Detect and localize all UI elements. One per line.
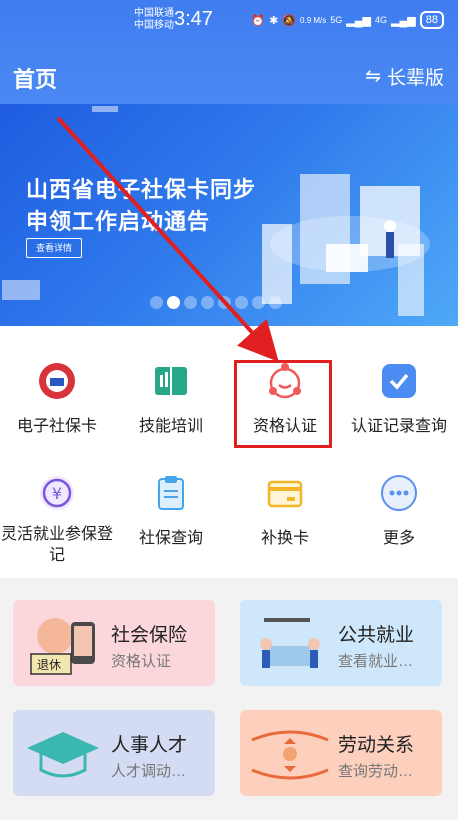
svg-text:¥: ¥ — [52, 484, 62, 503]
status-icons: ⏰ ✱ 🔕 0.9 M/s 5G ▂▄▆ 4G ▂▄▆ 88 — [251, 11, 444, 29]
verified-badge-icon — [378, 360, 420, 402]
card-labor-relations[interactable]: 劳动关系 查询劳动… — [240, 710, 442, 796]
grid-item-label: 社保查询 — [138, 530, 203, 547]
grid-item-label: 技能培训 — [138, 418, 203, 435]
clipboard-icon — [150, 472, 192, 514]
social-card-emblem-icon — [36, 360, 78, 402]
book-icon — [150, 360, 192, 402]
grid-item-skill-training[interactable]: 技能培训 — [114, 360, 228, 437]
network-speed: 0.9 M/s — [300, 15, 327, 25]
card-subtitle: 人才调动… — [111, 763, 187, 780]
card-subtitle: 资格认证 — [111, 653, 172, 670]
retired-elder-illustration-icon — [30, 618, 95, 675]
view-details-button[interactable]: 查看详情 — [26, 238, 82, 258]
card-title: 劳动关系 — [338, 735, 415, 756]
card-title: 人事人才 — [111, 735, 188, 756]
signal-icon-2: ▂▄▆ — [391, 14, 416, 27]
carousel-dot[interactable] — [184, 296, 197, 309]
carousel-dot[interactable] — [235, 296, 248, 309]
carousel-dot[interactable] — [150, 296, 163, 309]
grid-item-more[interactable]: 更多 — [342, 472, 456, 549]
carousel-dot-active[interactable] — [167, 296, 180, 309]
more-icon — [378, 472, 420, 514]
office-workers-illustration-icon — [260, 618, 320, 668]
graduation-cap-icon — [27, 732, 99, 778]
card-icon — [264, 472, 306, 514]
carrier-1: 中国联通 — [134, 8, 174, 19]
card-public-employment[interactable]: 公共就业 查看就业… — [240, 600, 442, 686]
category-cards: 退休 社会保险 资格认证 公共就业 查看就业… 人事人才 人才调动… 劳动关系 … — [0, 586, 458, 820]
card-subtitle: 查看就业… — [338, 653, 414, 670]
grid-item-cert-record[interactable]: 认证记录查询 — [342, 360, 456, 437]
mute-icon: 🔕 — [282, 14, 297, 27]
grid-item-card-replacement[interactable]: 补换卡 — [228, 472, 342, 549]
card-title: 公共就业 — [338, 625, 415, 646]
grid-item-label: 灵活就业参保登记 — [0, 526, 113, 564]
page-title: 首页 — [13, 67, 58, 92]
signal-4g: 4G — [375, 15, 388, 25]
yuan-coin-icon: ¥ — [36, 472, 78, 514]
carousel-dot[interactable] — [218, 296, 231, 309]
carrier-2: 中国移动 — [134, 20, 174, 31]
grid-item-label: 补换卡 — [260, 530, 309, 547]
clock: 3:47 — [174, 8, 213, 30]
bluetooth-icon: ✱ — [269, 14, 279, 27]
banner-headline-2: 申领工作启动通告 — [26, 209, 211, 234]
retired-badge-label: 退休 — [37, 658, 62, 672]
carousel-dot[interactable] — [201, 296, 214, 309]
elder-mode-label: 长辈版 — [386, 68, 444, 89]
battery-indicator: 88 — [419, 11, 444, 29]
carousel-dot[interactable] — [252, 296, 265, 309]
grid-item-label: 认证记录查询 — [350, 418, 447, 435]
grid-item-e-social-card[interactable]: 电子社保卡 — [0, 360, 114, 437]
grid-item-social-security-query[interactable]: 社保查询 — [114, 472, 228, 549]
card-subtitle: 查询劳动… — [338, 763, 414, 780]
top-bar: 中国联通 中国移动 3:47 ⏰ ✱ 🔕 0.9 M/s 5G ▂▄▆ 4G ▂… — [0, 0, 458, 104]
elder-mode-button[interactable]: ⇋ 长辈版 — [365, 63, 444, 90]
card-title: 社会保险 — [111, 625, 188, 646]
grid-item-label: 电子社保卡 — [16, 418, 97, 435]
banner-headline-1: 山西省电子社保卡同步 — [26, 177, 257, 202]
handshake-icon — [251, 730, 329, 780]
alarm-icon: ⏰ — [251, 14, 266, 27]
grid-item-label: 更多 — [382, 530, 415, 547]
grid-item-flexible-employment[interactable]: ¥ 灵活就业参保登记 — [0, 472, 114, 566]
card-personnel-talent[interactable]: 人事人才 人才调动… — [13, 710, 215, 796]
annotation-highlight-box — [234, 360, 332, 448]
signal-5g: 5G — [330, 15, 343, 25]
card-social-insurance[interactable]: 退休 社会保险 资格认证 — [13, 600, 215, 686]
swap-icon: ⇋ — [365, 66, 381, 87]
carousel-dot[interactable] — [269, 296, 282, 309]
service-grid: 电子社保卡 技能培训 资格认证 认证记录查询 ¥ 灵活就业参保登记 社保查询 补… — [0, 326, 458, 578]
status-bar: 中国联通 中国移动 3:47 ⏰ ✱ 🔕 0.9 M/s 5G ▂▄▆ 4G ▂… — [0, 0, 458, 42]
carrier-names: 中国联通 中国移动 — [134, 8, 174, 32]
carousel-dots — [150, 296, 282, 309]
signal-icon: ▂▄▆ — [346, 14, 372, 27]
banner-carousel[interactable]: 山西省电子社保卡同步 申领工作启动通告 查看详情 — [0, 104, 458, 326]
